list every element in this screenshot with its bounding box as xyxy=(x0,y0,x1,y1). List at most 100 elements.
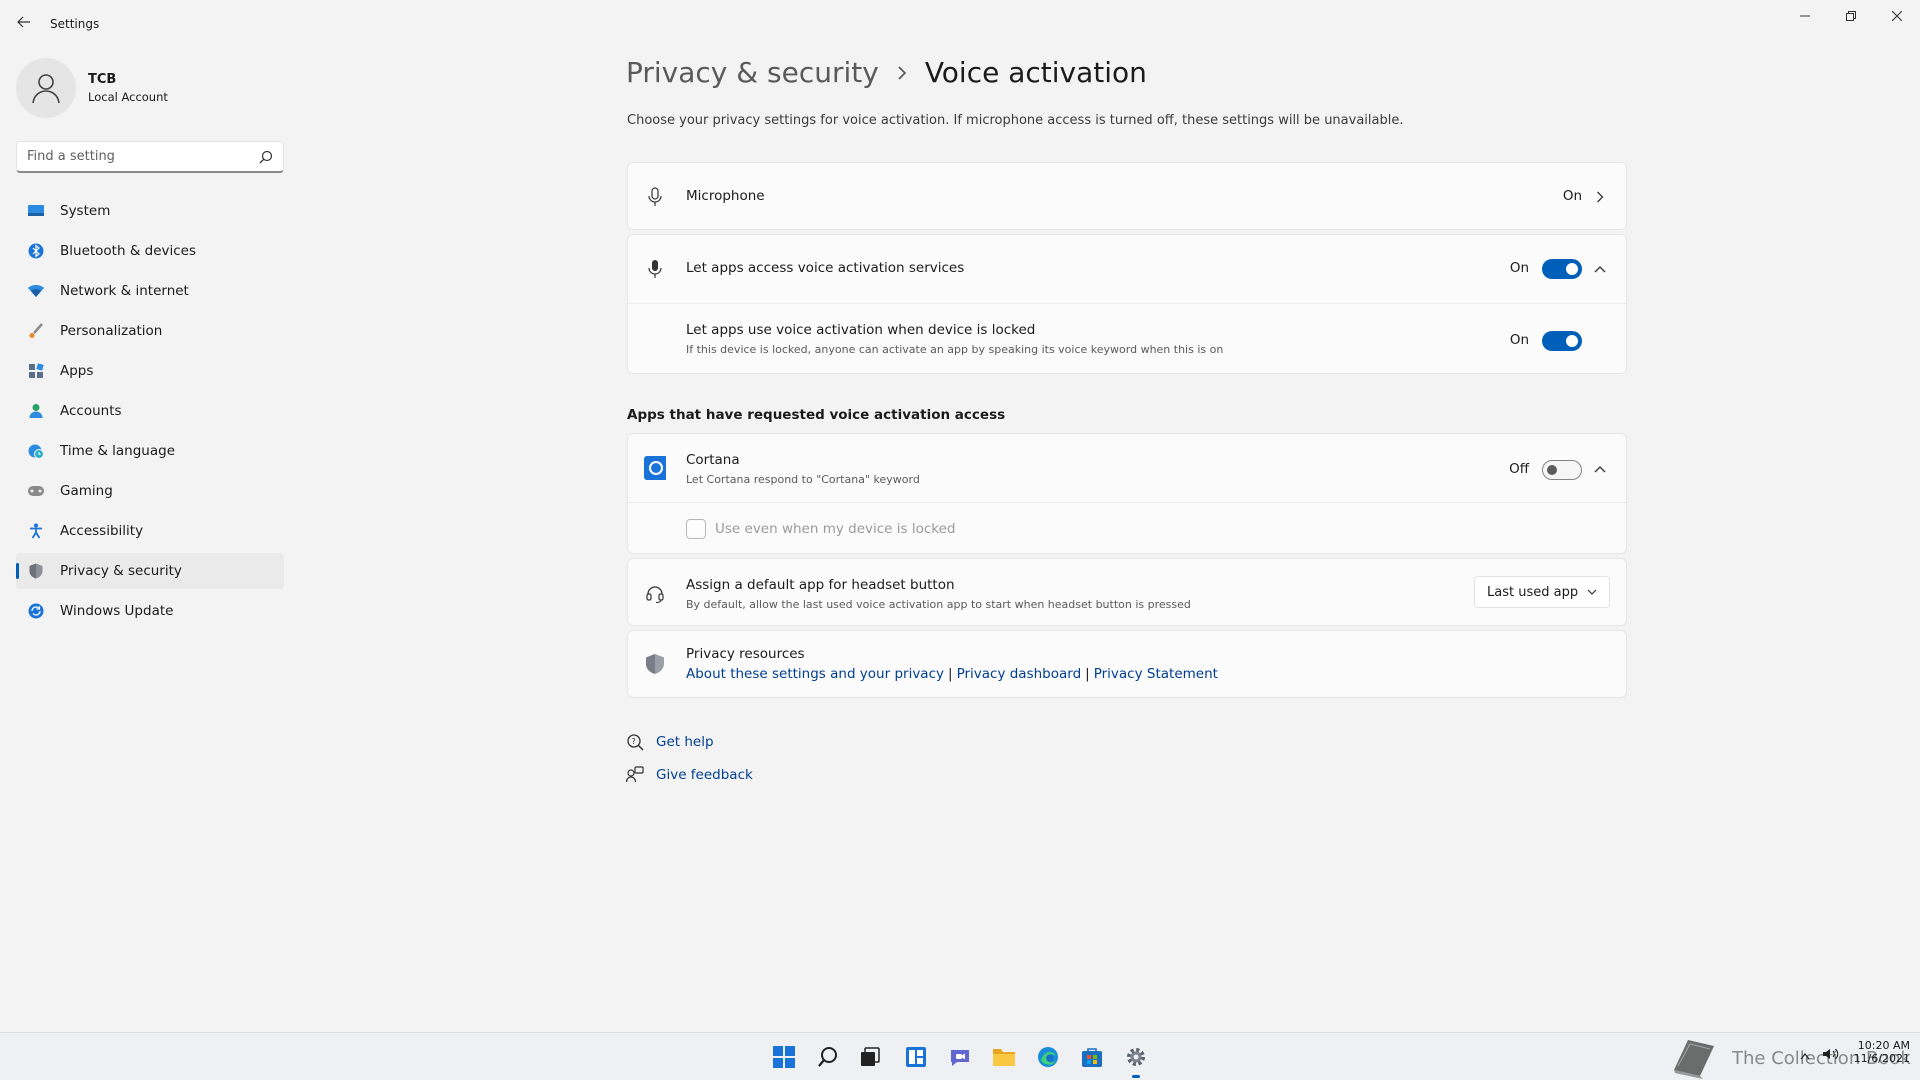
start-button[interactable] xyxy=(770,1043,798,1071)
sidebar-item-windows-update[interactable]: Windows Update xyxy=(16,593,284,629)
microphone-card[interactable]: Microphone On xyxy=(627,162,1627,230)
bluetooth-icon xyxy=(27,242,45,260)
sidebar-item-personalization[interactable]: Personalization xyxy=(16,313,284,349)
cortana-card: Cortana Let Cortana respond to "Cortana"… xyxy=(627,433,1627,554)
widgets-icon xyxy=(906,1047,926,1067)
privacy-resources-card: Privacy resources About these settings a… xyxy=(627,630,1627,698)
volume-button[interactable] xyxy=(1822,1047,1840,1064)
sidebar-item-label: Personalization xyxy=(60,323,163,339)
breadcrumb-parent[interactable]: Privacy & security xyxy=(626,56,879,89)
privacy-dashboard-link[interactable]: Privacy dashboard xyxy=(957,666,1082,682)
chat-icon xyxy=(951,1050,969,1066)
sidebar-item-network[interactable]: Network & internet xyxy=(16,273,284,309)
back-button[interactable] xyxy=(14,14,34,34)
page-description: Choose your privacy settings for voice a… xyxy=(627,113,1404,128)
sidebar-item-accessibility[interactable]: Accessibility xyxy=(16,513,284,549)
privacy-links: About these settings and your privacy | Pr… xyxy=(686,666,1218,682)
voice-access-row: Let apps access voice activation service… xyxy=(628,235,1626,303)
accessibility-icon xyxy=(27,522,45,540)
back-arrow-icon xyxy=(17,16,30,28)
search-input[interactable] xyxy=(17,142,247,170)
edge-button[interactable] xyxy=(1034,1043,1062,1071)
feedback-icon xyxy=(626,766,644,784)
help-icon: ? xyxy=(626,733,644,751)
voice-locked-label: Let apps use voice activation when devic… xyxy=(686,322,1036,338)
sidebar-item-accounts[interactable]: Accounts xyxy=(16,393,284,429)
folder-icon xyxy=(993,1049,1015,1066)
chevron-right-icon xyxy=(897,61,907,85)
sidebar-item-bluetooth[interactable]: Bluetooth & devices xyxy=(16,233,284,269)
voice-access-toggle[interactable] xyxy=(1542,259,1582,279)
close-button[interactable] xyxy=(1874,6,1920,26)
cortana-locked-checkbox[interactable] xyxy=(686,519,706,539)
get-help-link[interactable]: ? Get help xyxy=(626,733,714,751)
search-box xyxy=(16,141,284,173)
gamepad-icon xyxy=(27,482,45,500)
svg-text:?: ? xyxy=(632,737,636,746)
clock-time: 10:20 AM xyxy=(1857,1039,1910,1052)
sidebar-item-system[interactable]: System xyxy=(16,193,284,229)
store-button[interactable] xyxy=(1078,1043,1106,1071)
sidebar-item-label: Accessibility xyxy=(60,523,144,539)
cortana-toggle[interactable] xyxy=(1542,460,1582,480)
sidebar-item-time-language[interactable]: Time & language xyxy=(16,433,284,469)
sidebar-nav: System Bluetooth & devices Network & int… xyxy=(16,193,284,633)
avatar[interactable] xyxy=(16,58,76,118)
sidebar-item-label: Apps xyxy=(60,363,94,379)
about-privacy-link[interactable]: About these settings and your privacy xyxy=(686,666,944,682)
sidebar-item-apps[interactable]: Apps xyxy=(16,353,284,389)
apps-icon xyxy=(27,362,45,380)
cortana-description: Let Cortana respond to "Cortana" keyword xyxy=(686,473,920,486)
close-icon xyxy=(1892,11,1902,21)
taskbar-search-button[interactable] xyxy=(814,1043,842,1071)
voice-access-label: Let apps access voice activation service… xyxy=(686,260,965,276)
chat-button[interactable] xyxy=(946,1043,974,1071)
widgets-button[interactable] xyxy=(902,1043,930,1071)
clock[interactable]: 10:20 AM 11/6/2021 xyxy=(1850,1039,1910,1065)
globe-clock-icon xyxy=(27,442,45,460)
minimize-icon xyxy=(1800,15,1810,17)
sidebar-item-label: Privacy & security xyxy=(60,563,182,579)
store-icon xyxy=(1082,1048,1102,1067)
sidebar-item-privacy-security[interactable]: Privacy & security xyxy=(16,553,284,589)
search-icon[interactable] xyxy=(259,149,273,168)
title-bar: Settings xyxy=(0,0,1920,48)
chevron-up-icon[interactable] xyxy=(1592,461,1608,477)
chevron-right-icon[interactable] xyxy=(1592,189,1608,205)
clock-date: 11/6/2021 xyxy=(1853,1052,1910,1065)
sidebar-item-gaming[interactable]: Gaming xyxy=(16,473,284,509)
apps-section-title: Apps that have requested voice activatio… xyxy=(627,407,1006,423)
sidebar-item-label: Bluetooth & devices xyxy=(60,243,197,259)
task-view-button[interactable] xyxy=(856,1043,884,1071)
shield-icon xyxy=(27,562,45,580)
restore-icon xyxy=(1846,11,1856,21)
breadcrumb: Privacy & security Voice activation xyxy=(626,56,1147,89)
shield-icon xyxy=(644,653,666,675)
link-separator: | xyxy=(948,666,953,682)
chevron-up-icon[interactable] xyxy=(1592,261,1608,277)
sidebar-item-label: Gaming xyxy=(60,483,113,499)
privacy-statement-link[interactable]: Privacy Statement xyxy=(1094,666,1218,682)
sidebar-item-label: Time & language xyxy=(60,443,176,459)
voice-access-state: On xyxy=(1509,260,1529,276)
wifi-icon xyxy=(27,282,45,300)
voice-locked-state: On xyxy=(1509,332,1529,348)
microphone-icon xyxy=(644,186,666,208)
sidebar-item-label: Network & internet xyxy=(60,283,189,299)
settings-taskbar-button[interactable] xyxy=(1122,1043,1150,1078)
cortana-locked-row: Use even when my device is locked xyxy=(628,502,1626,555)
voice-locked-toggle[interactable] xyxy=(1542,331,1582,351)
tray-overflow-button[interactable] xyxy=(1800,1050,1810,1063)
headset-label: Assign a default app for headset button xyxy=(686,577,955,593)
restore-button[interactable] xyxy=(1828,6,1874,26)
gear-icon xyxy=(1127,1048,1145,1066)
minimize-button[interactable] xyxy=(1782,6,1828,26)
voice-locked-description: If this device is locked, anyone can act… xyxy=(686,343,1224,356)
cortana-row: Cortana Let Cortana respond to "Cortana"… xyxy=(628,434,1626,502)
headset-description: By default, allow the last used voice ac… xyxy=(686,598,1191,611)
file-explorer-button[interactable] xyxy=(990,1043,1018,1071)
headset-app-dropdown[interactable]: Last used app xyxy=(1474,576,1610,608)
give-feedback-link[interactable]: Give feedback xyxy=(626,766,753,784)
sidebar-item-label: Accounts xyxy=(60,403,122,419)
speaker-icon xyxy=(1823,1048,1839,1060)
